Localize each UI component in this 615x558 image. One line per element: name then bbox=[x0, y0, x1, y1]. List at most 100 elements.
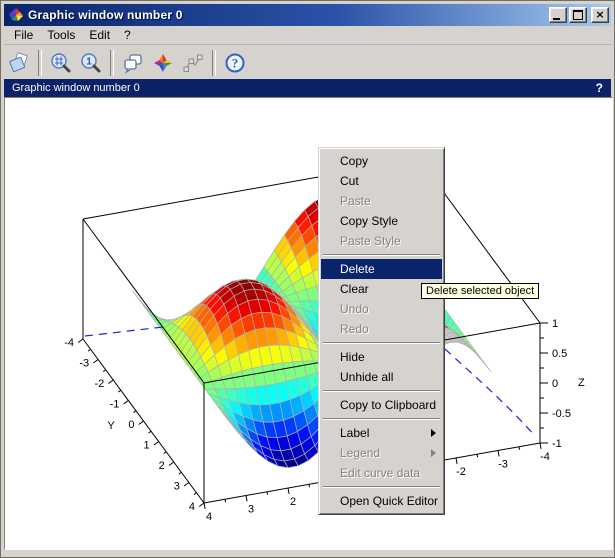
svg-text:2: 2 bbox=[159, 460, 165, 472]
context-menu-item-copy-style[interactable]: Copy Style bbox=[321, 211, 442, 231]
help-button[interactable]: ? bbox=[221, 49, 249, 77]
figure-windows-button[interactable] bbox=[119, 49, 147, 77]
close-icon: × bbox=[595, 10, 604, 20]
context-menu-item-label: Edit curve data bbox=[340, 466, 420, 480]
context-menu-item-label[interactable]: Label bbox=[321, 423, 442, 443]
export-graphics-icon bbox=[8, 52, 30, 74]
context-menu-item-label: Label bbox=[340, 426, 369, 440]
svg-text:1: 1 bbox=[552, 318, 558, 330]
window-controls: × bbox=[547, 7, 609, 23]
help-icon: ? bbox=[224, 52, 246, 74]
context-menu-separator bbox=[323, 390, 440, 392]
svg-text:-1: -1 bbox=[552, 438, 562, 450]
scilab-app-icon bbox=[8, 7, 24, 23]
context-menu-item-label: Copy Style bbox=[340, 214, 398, 228]
context-menu-item-copy-to-clipboard[interactable]: Copy to Clipboard bbox=[321, 395, 442, 415]
menubar-item-file[interactable]: File bbox=[7, 27, 40, 43]
rotate-3d-button[interactable] bbox=[149, 49, 177, 77]
toolbar: 1? bbox=[4, 44, 611, 80]
info-bar: Graphic window number 0 ? bbox=[4, 79, 611, 97]
svg-text:1: 1 bbox=[144, 440, 150, 452]
svg-text:-2: -2 bbox=[456, 466, 466, 478]
svg-text:-4: -4 bbox=[64, 337, 74, 349]
context-menu-item-label: Redo bbox=[340, 322, 369, 336]
submenu-arrow-icon bbox=[431, 449, 436, 457]
rotate-3d-icon bbox=[152, 52, 174, 74]
context-menu-item-edit-curve-data: Edit curve data bbox=[321, 463, 442, 483]
menubar-item-edit[interactable]: Edit bbox=[82, 27, 117, 43]
svg-text:Z: Z bbox=[578, 377, 585, 389]
surface-plot[interactable]: -4-3-2-101234Y43210-1-2-3-4X10.50-0.5-1Z bbox=[5, 98, 612, 549]
context-menu-item-label: Paste Style bbox=[340, 234, 401, 248]
context-menu-separator bbox=[323, 254, 440, 256]
tooltip-text: Delete selected object bbox=[426, 285, 534, 297]
context-menu-item-legend: Legend bbox=[321, 443, 442, 463]
maximize-button[interactable] bbox=[569, 7, 587, 23]
context-menu-item-label: Cut bbox=[340, 174, 359, 188]
context-menu-item-unhide-all[interactable]: Unhide all bbox=[321, 367, 442, 387]
context-menu-item-label: Delete bbox=[340, 262, 375, 276]
zoom-original-icon: 1 bbox=[80, 52, 102, 74]
context-menu-separator bbox=[323, 342, 440, 344]
context-menu-item-label: Open Quick Editor bbox=[340, 494, 438, 508]
menu-bar: FileToolsEdit? bbox=[4, 26, 611, 44]
submenu-arrow-icon bbox=[431, 429, 436, 437]
zoom-area-button[interactable] bbox=[47, 49, 75, 77]
maximize-icon bbox=[573, 10, 583, 20]
svg-text:?: ? bbox=[232, 55, 239, 70]
svg-text:Y: Y bbox=[107, 420, 115, 432]
context-menu-item-redo: Redo bbox=[321, 319, 442, 339]
export-graphics-button[interactable] bbox=[5, 49, 33, 77]
graphic-window: Graphic window number 0 × FileToolsEdit?… bbox=[0, 0, 615, 558]
minimize-icon bbox=[553, 18, 560, 20]
plot-canvas[interactable]: -4-3-2-101234Y43210-1-2-3-4X10.50-0.5-1Z bbox=[4, 97, 613, 550]
info-bar-text: Graphic window number 0 bbox=[12, 82, 596, 94]
context-menu-item-label: Hide bbox=[340, 350, 365, 364]
svg-text:3: 3 bbox=[174, 481, 180, 493]
context-menu-separator bbox=[323, 418, 440, 420]
svg-text:0.5: 0.5 bbox=[552, 348, 567, 360]
datatip-manager-icon bbox=[182, 52, 204, 74]
context-menu-item-label: Copy to Clipboard bbox=[340, 398, 436, 412]
context-menu-item-label: Clear bbox=[340, 282, 369, 296]
svg-text:0: 0 bbox=[552, 378, 558, 390]
zoom-area-icon bbox=[50, 52, 72, 74]
context-menu-item-paste: Paste bbox=[321, 191, 442, 211]
context-menu-item-copy[interactable]: Copy bbox=[321, 151, 442, 171]
svg-text:4: 4 bbox=[206, 511, 212, 523]
context-menu-item-label: Legend bbox=[340, 446, 380, 460]
svg-text:2: 2 bbox=[290, 496, 296, 508]
svg-text:-3: -3 bbox=[79, 358, 89, 370]
svg-text:-3: -3 bbox=[498, 459, 508, 471]
context-menu-item-label: Copy bbox=[340, 154, 368, 168]
menubar-item-[interactable]: ? bbox=[117, 27, 138, 43]
svg-text:4: 4 bbox=[189, 501, 195, 513]
menubar-item-tools[interactable]: Tools bbox=[40, 27, 82, 43]
context-menu-item-delete[interactable]: Delete bbox=[321, 259, 442, 279]
context-menu-item-label: Undo bbox=[340, 302, 369, 316]
context-menu-item-label: Paste bbox=[340, 194, 371, 208]
toolbar-separator bbox=[110, 50, 114, 76]
context-menu-item-cut[interactable]: Cut bbox=[321, 171, 442, 191]
context-menu-item-open-quick-editor[interactable]: Open Quick Editor bbox=[321, 491, 442, 511]
figure-windows-icon bbox=[122, 52, 144, 74]
svg-text:-0.5: -0.5 bbox=[552, 408, 571, 420]
window-title: Graphic window number 0 bbox=[28, 8, 547, 22]
tooltip: Delete selected object bbox=[421, 283, 539, 299]
context-menu-item-undo: Undo bbox=[321, 299, 442, 319]
context-menu-item-label: Unhide all bbox=[340, 370, 393, 384]
datatip-manager-button bbox=[179, 49, 207, 77]
title-bar[interactable]: Graphic window number 0 × bbox=[4, 4, 611, 26]
close-button[interactable]: × bbox=[591, 7, 609, 23]
minimize-button[interactable] bbox=[549, 7, 567, 23]
toolbar-separator bbox=[38, 50, 42, 76]
svg-text:3: 3 bbox=[248, 504, 254, 516]
svg-text:0: 0 bbox=[128, 419, 134, 431]
context-menu-item-paste-style: Paste Style bbox=[321, 231, 442, 251]
zoom-original-button[interactable]: 1 bbox=[77, 49, 105, 77]
svg-text:-1: -1 bbox=[110, 399, 120, 411]
info-bar-help-icon[interactable]: ? bbox=[596, 81, 603, 95]
context-menu-separator bbox=[323, 486, 440, 488]
svg-text:-4: -4 bbox=[540, 451, 550, 463]
context-menu-item-hide[interactable]: Hide bbox=[321, 347, 442, 367]
